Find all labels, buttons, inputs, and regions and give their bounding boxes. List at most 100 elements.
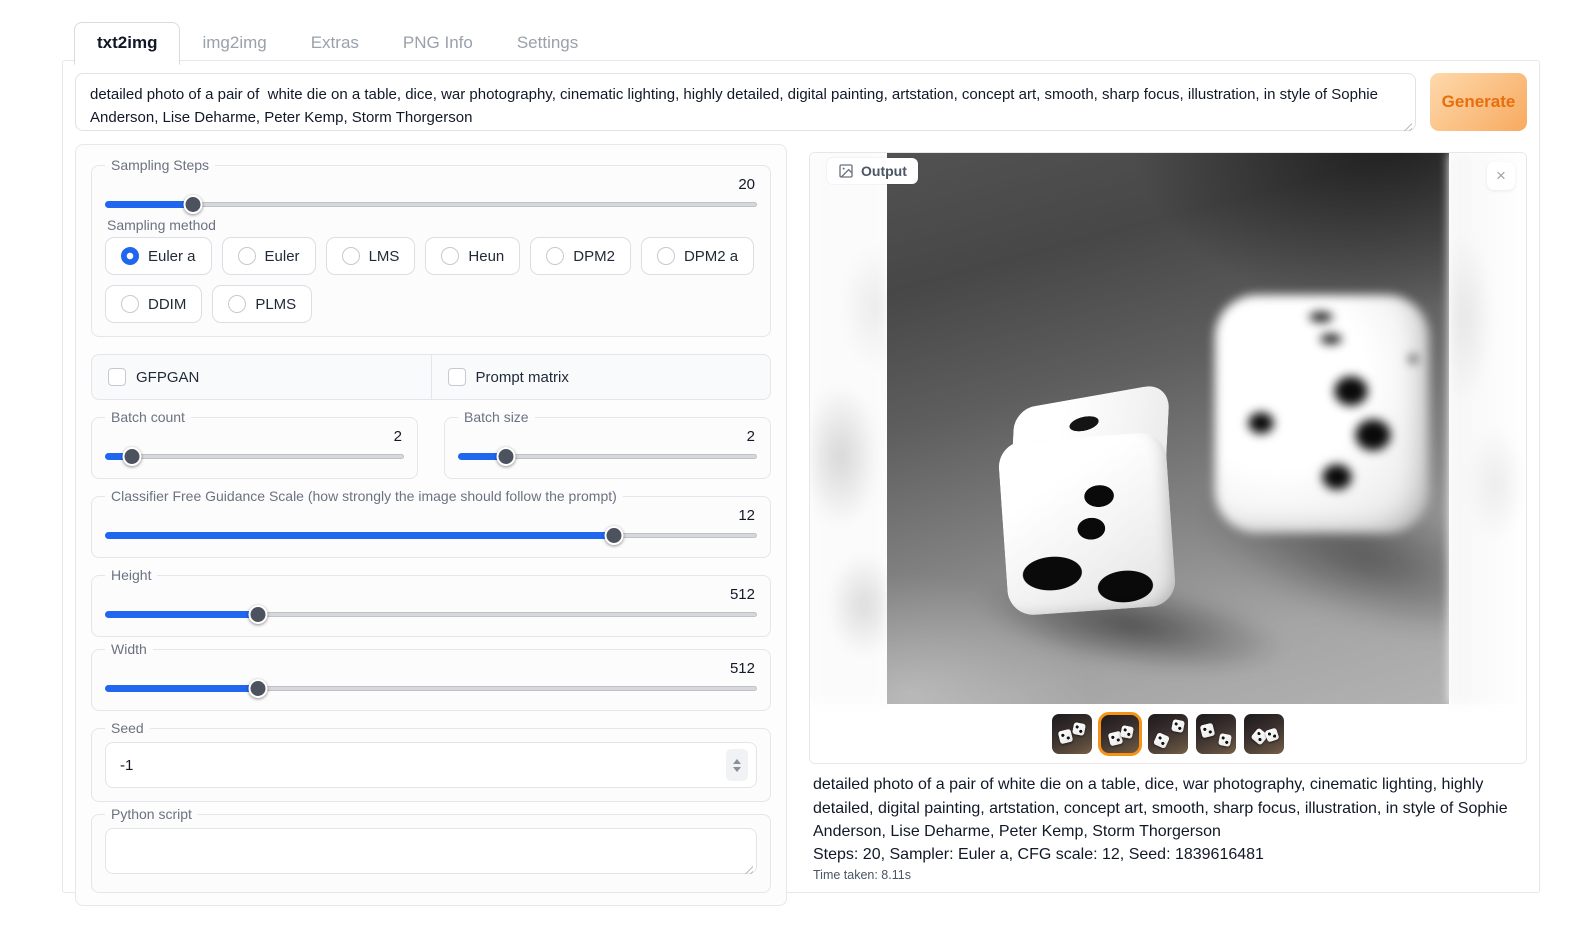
cfg-scale-slider[interactable] [105,526,757,544]
seed-stepper[interactable] [726,749,748,781]
image-backdrop-left [810,153,887,704]
dimensions-group: Height 512 Width 512 [91,567,771,711]
sampling-group: Sampling Steps 20 Sampling method Euler … [91,157,771,337]
generate-button[interactable]: Generate [1430,73,1527,131]
sampling-method-options: Euler a Euler LMS [105,237,757,323]
radio-label: DPM2 a [684,248,738,265]
radio-icon [657,247,675,265]
radio-heun[interactable]: Heun [425,237,520,275]
slider-fill [105,201,193,208]
radio-plms[interactable]: PLMS [212,285,312,323]
radio-lms[interactable]: LMS [326,237,416,275]
image-area [810,153,1526,704]
mini-die [1153,731,1170,748]
radio-label: DDIM [148,296,186,313]
radio-label: DPM2 [573,248,615,265]
image-icon [838,163,854,179]
slider-thumb[interactable] [122,447,141,466]
prompt-matrix-label: Prompt matrix [476,369,569,386]
batch-size-group: Batch size 2 [444,409,771,479]
height-slider[interactable] [105,605,757,623]
batch-count-slider[interactable] [105,447,404,465]
tab-txt2img[interactable]: txt2img [74,22,180,65]
thumbnail-3[interactable] [1148,714,1188,754]
seed-label: Seed [105,720,150,736]
txt2img-panel: detailed photo of a pair of white die on… [62,60,1540,893]
mini-die [1171,718,1185,732]
mini-die [1218,732,1232,746]
batch-count-value: 2 [105,428,402,445]
radio-label: PLMS [255,296,296,313]
thumbnail-5[interactable] [1244,714,1284,754]
height-group: Height 512 [91,567,771,637]
slider-thumb[interactable] [249,679,268,698]
height-label: Height [105,567,157,583]
gfpgan-checkbox[interactable]: GFPGAN [92,355,431,399]
radio-euler-a[interactable]: Euler a [105,237,212,275]
batch-size-label: Batch size [458,409,535,425]
cfg-scale-label: Classifier Free Guidance Scale (how stro… [105,488,623,504]
seed-group: Seed [91,720,771,802]
radio-euler[interactable]: Euler [222,237,316,275]
slider-track [105,454,404,459]
thumbnail-4[interactable] [1196,714,1236,754]
output-column: Output × [809,152,1527,882]
checkbox-icon [448,368,466,386]
width-value: 512 [105,660,755,677]
tab-bar: txt2img img2img Extras PNG Info Settings [74,22,600,64]
checkbox-icon [108,368,126,386]
python-script-input[interactable] [105,828,757,874]
slider-thumb[interactable] [604,526,623,545]
stable-diffusion-webui: txt2img img2img Extras PNG Info Settings… [0,0,1594,935]
radio-ddim[interactable]: DDIM [105,285,202,323]
stepper-down-icon[interactable] [733,767,741,772]
width-slider[interactable] [105,679,757,697]
slider-thumb[interactable] [249,605,268,624]
prompt-matrix-checkbox[interactable]: Prompt matrix [431,355,771,399]
thumbnail-1[interactable] [1052,714,1092,754]
seed-input[interactable] [106,757,726,774]
close-button[interactable]: × [1487,162,1515,190]
mini-die [1072,721,1086,735]
radio-label: LMS [369,248,400,265]
slider-thumb[interactable] [184,195,203,214]
seed-script-group: Seed Python script [91,720,771,893]
output-label: Output [861,163,907,179]
radio-icon [238,247,256,265]
prompt-box: detailed photo of a pair of white die on… [75,73,1416,136]
prompt-row: detailed photo of a pair of white die on… [75,73,1527,136]
radio-dpm2[interactable]: DPM2 [530,237,631,275]
slider-fill [105,611,258,618]
batch-size-value: 2 [458,428,755,445]
tab-png-info[interactable]: PNG Info [381,23,495,64]
tab-img2img[interactable]: img2img [180,23,288,64]
settings-panel: Sampling Steps 20 Sampling method Euler … [75,144,787,906]
slider-thumb[interactable] [496,447,515,466]
tab-settings[interactable]: Settings [495,23,600,64]
radio-label: Euler a [148,248,196,265]
radio-icon [546,247,564,265]
slider-track [105,202,757,207]
sampling-steps-label: Sampling Steps [105,157,215,173]
info-prompt: detailed photo of a pair of white die on… [813,773,1519,844]
columns: Sampling Steps 20 Sampling method Euler … [75,144,1527,906]
python-script-label: Python script [105,806,198,822]
prompt-input[interactable]: detailed photo of a pair of white die on… [75,73,1416,131]
thumbnail-2-selected[interactable] [1100,714,1140,754]
batch-size-slider[interactable] [458,447,757,465]
tab-extras[interactable]: Extras [289,23,381,64]
generation-info: detailed photo of a pair of white die on… [813,773,1519,882]
radio-icon [441,247,459,265]
info-params: Steps: 20, Sampler: Euler a, CFG scale: … [813,846,1519,864]
mini-die [1120,724,1134,738]
radio-icon [228,295,246,313]
radio-dpm2-a[interactable]: DPM2 a [641,237,754,275]
sampling-steps-slider[interactable] [105,195,757,213]
thumbnail-strip [810,704,1526,763]
generated-image[interactable] [887,153,1449,704]
blurred-die [1215,295,1429,533]
stepper-up-icon[interactable] [733,759,741,764]
python-script-group: Python script [91,806,771,893]
batch-count-group: Batch count 2 [91,409,418,479]
radio-label: Euler [265,248,300,265]
